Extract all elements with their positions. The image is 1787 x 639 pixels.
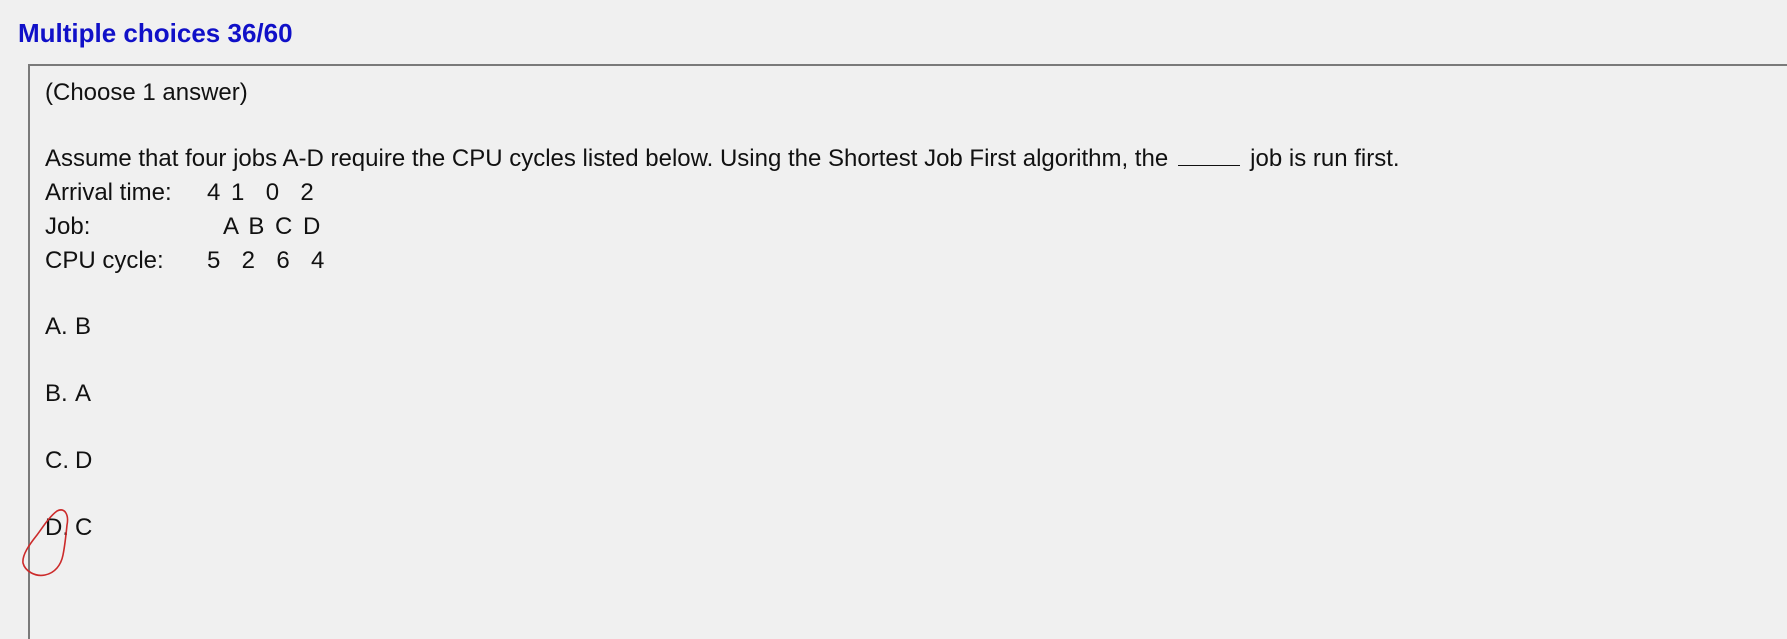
cpu-cycle-row: CPU cycle: 5 2 6 4 [45, 244, 1400, 278]
question-stem-after-blank: job is run first. [1250, 145, 1400, 172]
answer-instruction: (Choose 1 answer) [45, 79, 248, 106]
option-c[interactable]: C. D [45, 444, 1400, 478]
job-row: Job: A B C D [45, 210, 1400, 244]
fill-in-blank [1178, 145, 1241, 166]
arrival-time-label: Arrival time: [45, 179, 172, 206]
question-stem: Assume that four jobs A-D require the CP… [45, 142, 1400, 176]
job-label: Job: [45, 213, 91, 240]
option-text: D [75, 447, 93, 474]
question-stem-before-blank: Assume that four jobs A-D require the CP… [45, 145, 1169, 172]
question-panel: (Choose 1 answer) Assume that four jobs … [22, 64, 1787, 639]
option-d[interactable]: D. C [22, 509, 1400, 577]
option-text: C [75, 514, 93, 541]
option-letter: B. [45, 380, 68, 407]
arrival-time-values: 4 1 0 2 [207, 179, 314, 206]
cpu-cycle-label: CPU cycle: [45, 247, 164, 274]
option-a[interactable]: A. B [45, 310, 1400, 344]
option-letter: C. [45, 447, 69, 474]
answer-options: A. B B. A C. D D. C [22, 310, 1400, 577]
arrival-time-row: Arrival time: 4 1 0 2 [45, 176, 1400, 210]
option-text: A [75, 380, 92, 407]
option-b[interactable]: B. A [45, 377, 1400, 411]
job-values: A B C D [223, 213, 321, 240]
option-text: B [75, 313, 92, 340]
question-counter-title: Multiple choices 36/60 [18, 18, 293, 48]
quiz-window: Multiple choices 36/60 (Choose 1 answer)… [0, 0, 1787, 639]
question-content: (Choose 1 answer) Assume that four jobs … [22, 76, 1400, 578]
option-letter: D. [45, 514, 69, 541]
cpu-cycle-values: 5 2 6 4 [207, 247, 325, 274]
option-letter: A. [45, 313, 68, 340]
